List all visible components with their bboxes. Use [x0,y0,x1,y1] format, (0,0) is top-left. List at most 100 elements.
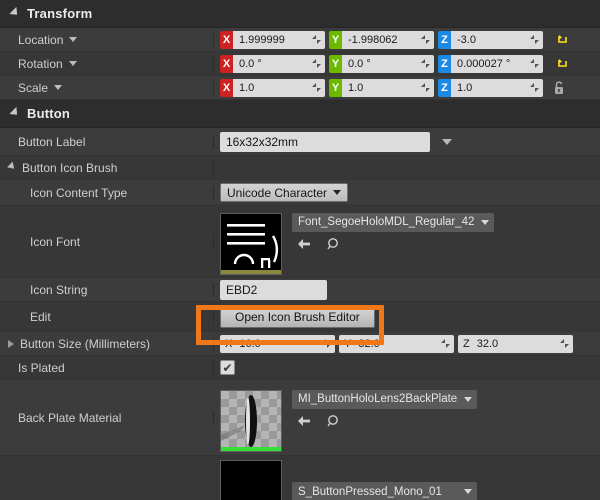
spinner-icon[interactable] [312,83,321,92]
property-label-scale[interactable]: Scale [0,80,214,95]
property-row-edit: Edit Open Icon Brush Editor [0,302,600,332]
magnifier-icon[interactable] [326,414,342,433]
axis-field-x[interactable]: X 0.0 ° [220,54,325,73]
category-header-button[interactable]: Button [0,100,600,128]
spinner-icon[interactable] [530,59,539,68]
label-text: Is Plated [18,360,65,375]
spinner-icon[interactable] [421,83,430,92]
axis-tag-z: Z [438,78,451,97]
icon-string-input[interactable]: EBD2 [220,279,327,300]
button-text: Open Icon Brush Editor [235,309,360,324]
numeric-input-y[interactable]: 1.0 [342,78,434,97]
spinner-icon[interactable] [312,59,321,68]
pressed-sound-thumbnail[interactable] [220,460,282,500]
numeric-value: 16.0 [239,337,261,350]
value-cell: X 16.0 Y 32.0 Z 32.0 [214,334,600,353]
spinner-icon[interactable] [530,35,539,44]
chevron-down-icon[interactable] [7,161,17,172]
unlocked-padlock-icon[interactable] [553,80,567,96]
chevron-down-icon [464,396,473,402]
numeric-input-z[interactable]: -3.0 [451,30,543,49]
numeric-input-y[interactable]: 0.0 ° [342,54,434,73]
chevron-down-icon[interactable] [69,37,78,42]
numeric-input-x[interactable]: 1.0 [233,78,325,97]
axis-tag-x: X [220,54,233,73]
back-plate-material-thumbnail[interactable] [220,389,282,452]
icon-content-type-dropdown[interactable]: Unicode Character [220,183,349,202]
icon-font-thumbnail[interactable] [220,212,282,275]
thumbnail-status-bar [221,269,281,274]
button-label-input[interactable]: 16x32x32mm [220,131,430,152]
property-label-icon-font: Icon Font [0,234,214,249]
category-title: Button [27,106,71,121]
numeric-input-z[interactable]: Z 32.0 [458,334,573,353]
asset-tools [292,237,494,256]
input-value: 16x32x32mm [226,134,299,149]
value-cell: ✔ [214,360,600,375]
axis-field-x[interactable]: X 1.0 [220,78,325,97]
numeric-input-z[interactable]: 0.000027 ° [451,54,543,73]
label-text: Edit [30,309,51,324]
label-text: Icon String [30,282,88,297]
property-label-button-icon-brush[interactable]: Button Icon Brush [0,160,214,175]
axis-field-z[interactable]: Z 1.0 [438,78,543,97]
axis-field-z[interactable]: Z -3.0 [438,30,543,49]
chevron-down-icon[interactable] [442,138,452,145]
property-label-location[interactable]: Location [0,32,214,47]
font-preview-glyph [227,223,279,268]
magnifier-glyph [327,237,338,249]
chevron-down-icon[interactable] [54,85,63,90]
spinner-icon[interactable] [421,35,430,44]
property-label-rotation[interactable]: Rotation [0,56,214,71]
chevron-down-icon [9,106,21,118]
label-text: Back Plate Material [18,410,122,425]
property-row-icon-string: Icon String EBD2 [0,278,600,302]
spinner-icon[interactable] [560,339,569,348]
pressed-sound-dropdown[interactable]: S_ButtonPressed_Mono_01 [292,482,477,500]
spinner-icon[interactable] [421,59,430,68]
numeric-input-y[interactable]: Y 32.0 [339,334,454,353]
axis-field-z[interactable]: Z 0.000027 ° [438,54,543,73]
numeric-input-z[interactable]: 1.0 [451,78,543,97]
is-plated-checkbox[interactable]: ✔ [220,360,235,375]
back-arrow-icon[interactable] [296,414,312,433]
numeric-value: 1.0 [457,81,473,94]
input-value: EBD2 [226,282,258,297]
icon-font-asset-dropdown[interactable]: Font_SegoeHoloMDL_Regular_42 [292,212,495,232]
property-label-button-size[interactable]: Button Size (Millimeters) [0,336,214,351]
numeric-input-x[interactable]: 0.0 ° [233,54,325,73]
chevron-right-icon[interactable] [8,339,14,348]
numeric-value: 1.0 [348,81,364,94]
spinner-icon[interactable] [312,35,321,44]
reset-to-default-icon[interactable] [555,33,569,47]
category-header-transform[interactable]: Transform [0,0,600,28]
property-row-button-icon-brush: Button Icon Brush [0,156,600,180]
back-arrow-icon[interactable] [296,237,312,256]
reset-to-default-icon[interactable] [555,57,569,71]
spinner-icon[interactable] [441,339,450,348]
open-icon-brush-editor-button[interactable]: Open Icon Brush Editor [220,305,375,328]
chevron-down-icon [9,6,21,18]
back-plate-material-dropdown[interactable]: MI_ButtonHoloLens2BackPlate [292,389,478,409]
value-cell: S_ButtonPressed_Mono_01 [214,456,600,500]
checkmark-icon: ✔ [222,360,233,375]
numeric-input-x[interactable]: X 16.0 [220,334,335,353]
vector-input-button-size: X 16.0 Y 32.0 Z 32.0 [220,334,573,353]
axis-field-y[interactable]: Y 1.0 [329,78,434,97]
value-cell: MI_ButtonHoloLens2BackPlate [214,384,600,452]
spinner-icon[interactable] [322,339,331,348]
value-cell: Unicode Character [214,183,600,202]
axis-field-x[interactable]: X 1.999999 [220,30,325,49]
spinner-icon[interactable] [530,83,539,92]
axis-field-y[interactable]: Y -1.998062 [329,30,434,49]
numeric-value: 1.0 [239,81,255,94]
property-label-edit: Edit [0,309,214,324]
label-text: Button Icon Brush [22,160,118,175]
property-row-scale: Scale X 1.0 Y 1.0 Z 1.0 [0,76,600,100]
numeric-input-y[interactable]: -1.998062 [342,30,434,49]
magnifier-icon[interactable] [326,237,342,256]
property-row-icon-font: Icon Font Font_SegoeHoloMDL_Regular_42 [0,206,600,278]
axis-field-y[interactable]: Y 0.0 ° [329,54,434,73]
numeric-input-x[interactable]: 1.999999 [233,30,325,49]
chevron-down-icon[interactable] [68,61,77,66]
